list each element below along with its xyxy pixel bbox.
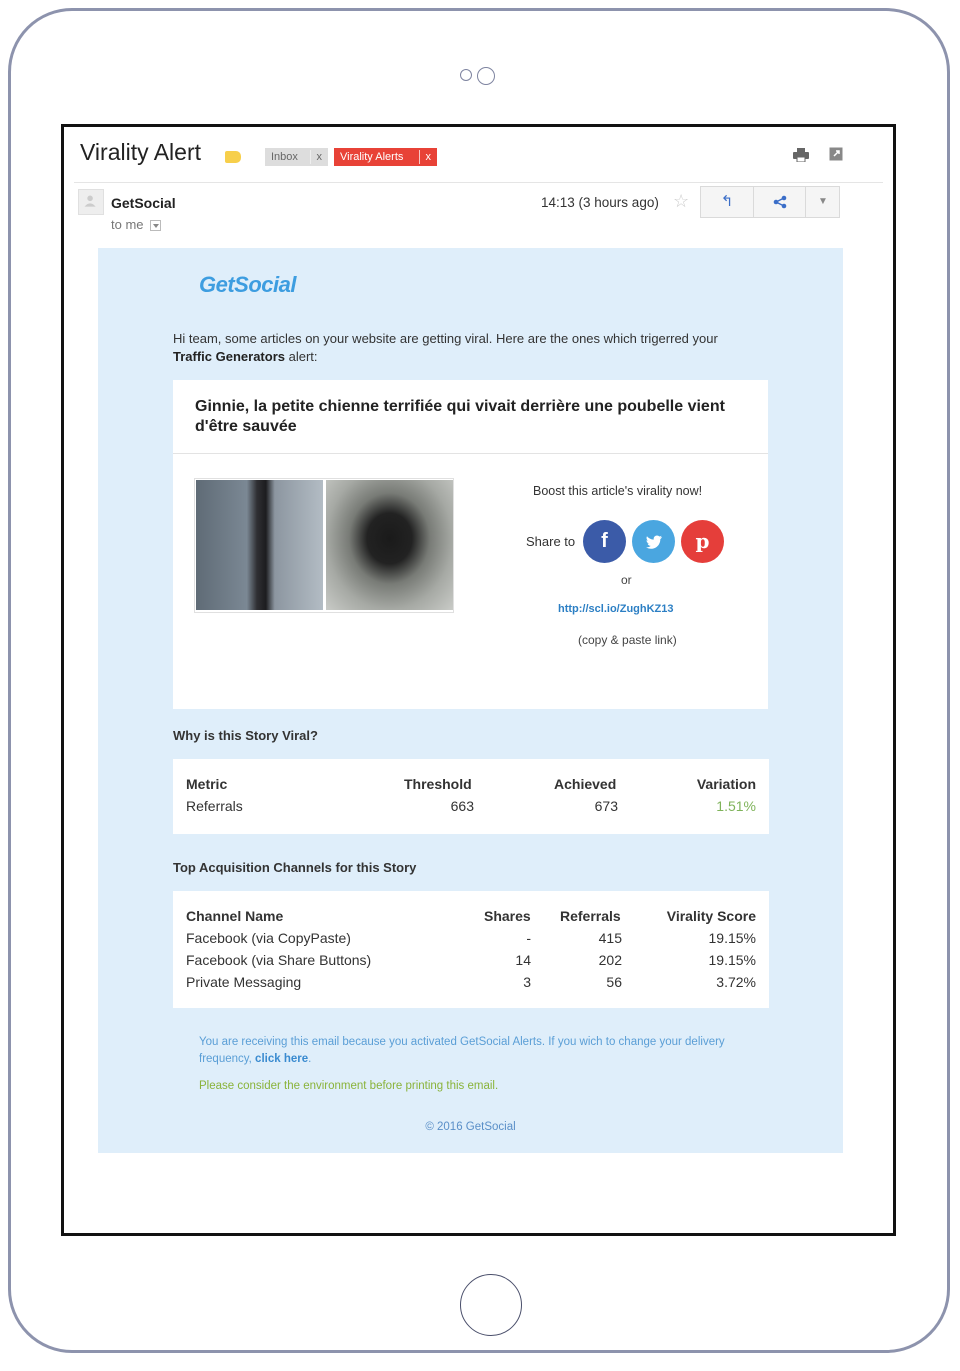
metrics-table: Metric Threshold Achieved Variation Refe…	[173, 759, 769, 834]
label-virality-alerts[interactable]: Virality Alerts x	[334, 148, 437, 166]
channels-table: Channel Name Shares Referrals Virality S…	[173, 891, 769, 1008]
or-text: or	[621, 573, 632, 587]
achieved-value: 673	[594, 798, 618, 814]
header-divider	[74, 182, 883, 183]
reply-icon: ↰	[720, 193, 734, 210]
print-icon[interactable]	[793, 148, 809, 162]
boost-text: Boost this article's virality now!	[533, 484, 703, 498]
camera-icon	[460, 69, 472, 81]
shares-value: -	[526, 930, 531, 946]
threshold-header: Threshold	[404, 776, 472, 792]
shares-value: 3	[523, 974, 531, 990]
referrals-value: 415	[598, 930, 622, 946]
facebook-icon: f	[601, 530, 608, 552]
recipient-details-dropdown[interactable]	[149, 220, 161, 232]
label-inbox[interactable]: Inbox x	[265, 148, 328, 166]
copy-note: (copy & paste link)	[578, 633, 677, 647]
reply-button[interactable]: ↰	[701, 187, 754, 217]
share-button[interactable]	[754, 187, 806, 217]
table-row: Facebook (via Share Buttons) 14 202 19.1…	[186, 952, 756, 974]
label-separator	[419, 150, 420, 164]
pinterest-share-button[interactable]: p	[681, 520, 724, 563]
table-row: Referrals 663 673 1.51%	[186, 798, 756, 820]
variation-value: 1.51%	[716, 798, 756, 814]
article-photo-dog	[326, 480, 453, 610]
delivery-note-end: .	[308, 1053, 312, 1065]
twitter-icon	[645, 535, 662, 549]
message-actions: ↰ ▼	[700, 186, 840, 218]
environment-note: Please consider the environment before p…	[199, 1080, 499, 1092]
channel-name: Facebook (via Share Buttons)	[186, 952, 372, 968]
article-photo-alley	[196, 480, 323, 610]
referrals-value: 202	[598, 952, 622, 968]
getsocial-logo: GetSocial	[199, 272, 296, 297]
intro-text: Hi team, some articles on your website a…	[173, 330, 773, 366]
channels-header-row: Channel Name Shares Referrals Virality S…	[186, 908, 756, 930]
facebook-share-button[interactable]: f	[583, 520, 626, 563]
delivery-note: You are receiving this email because you…	[199, 1034, 759, 1068]
home-button[interactable]	[460, 1274, 522, 1336]
email-subject: Virality Alert	[80, 139, 202, 165]
chevron-down-icon: ▼	[818, 196, 828, 207]
intro-tail: alert:	[285, 349, 318, 364]
share-to-label: Share to	[526, 534, 576, 549]
channel-name: Private Messaging	[186, 974, 302, 990]
remove-inbox-label[interactable]: x	[317, 148, 323, 166]
threshold-value: 663	[450, 798, 474, 814]
shares-header: Shares	[484, 908, 531, 924]
sender-name[interactable]: GetSocial	[111, 195, 176, 211]
virality-score-value: 19.15%	[708, 930, 756, 946]
table-row: Private Messaging 3 56 3.72%	[186, 974, 756, 996]
click-here-link[interactable]: click here	[255, 1053, 308, 1065]
card-divider	[173, 453, 768, 454]
copyright: © 2016 GetSocial	[425, 1121, 516, 1133]
metric-name: Referrals	[186, 798, 243, 814]
channels-heading: Top Acquisition Channels for this Story	[173, 860, 417, 875]
label-icon[interactable]	[225, 151, 241, 163]
channel-name: Facebook (via CopyPaste)	[186, 930, 351, 946]
timestamp: 14:13 (3 hours ago)	[541, 195, 659, 210]
label-inbox-text: Inbox	[271, 151, 298, 163]
referrals-value: 56	[606, 974, 622, 990]
email-content: GetSocial Hi team, some articles on your…	[98, 248, 843, 1153]
achieved-header: Achieved	[554, 776, 617, 792]
referrals-header: Referrals	[560, 908, 621, 924]
twitter-share-button[interactable]	[632, 520, 675, 563]
virality-score-value: 3.72%	[716, 974, 756, 990]
intro-alert-name: Traffic Generators	[173, 349, 285, 364]
label-separator	[310, 150, 311, 164]
camera-lens-icon	[477, 67, 495, 85]
intro-sentence: Hi team, some articles on your website a…	[173, 331, 718, 346]
short-link[interactable]: http://scl.io/ZughKZ13	[558, 603, 674, 615]
email-screen: Virality Alert Inbox x Virality Alerts x…	[61, 124, 896, 1236]
recipient-text: to me	[111, 217, 144, 232]
metrics-header-row: Metric Threshold Achieved Variation	[186, 776, 756, 798]
remove-alerts-label[interactable]: x	[426, 148, 432, 166]
shares-value: 14	[515, 952, 531, 968]
article-card: Ginnie, la petite chienne terrifiée qui …	[173, 380, 768, 709]
open-in-new-window-icon[interactable]	[829, 147, 843, 161]
article-title[interactable]: Ginnie, la petite chienne terrifiée qui …	[195, 397, 735, 437]
avatar	[78, 189, 104, 215]
metric-header: Metric	[186, 776, 228, 792]
pinterest-icon: p	[695, 529, 710, 553]
more-actions-button[interactable]: ▼	[806, 187, 840, 217]
channel-name-header: Channel Name	[186, 908, 284, 924]
recipient-line[interactable]: to me	[111, 217, 161, 232]
variation-header: Variation	[696, 776, 756, 792]
virality-score-value: 19.15%	[708, 952, 756, 968]
table-row: Facebook (via CopyPaste) - 415 19.15%	[186, 930, 756, 952]
share-icon	[773, 195, 786, 209]
star-icon[interactable]: ☆	[673, 191, 689, 212]
label-alerts-text: Virality Alerts	[340, 151, 404, 163]
virality-score-header: Virality Score	[666, 908, 756, 924]
why-viral-heading: Why is this Story Viral?	[173, 728, 318, 743]
